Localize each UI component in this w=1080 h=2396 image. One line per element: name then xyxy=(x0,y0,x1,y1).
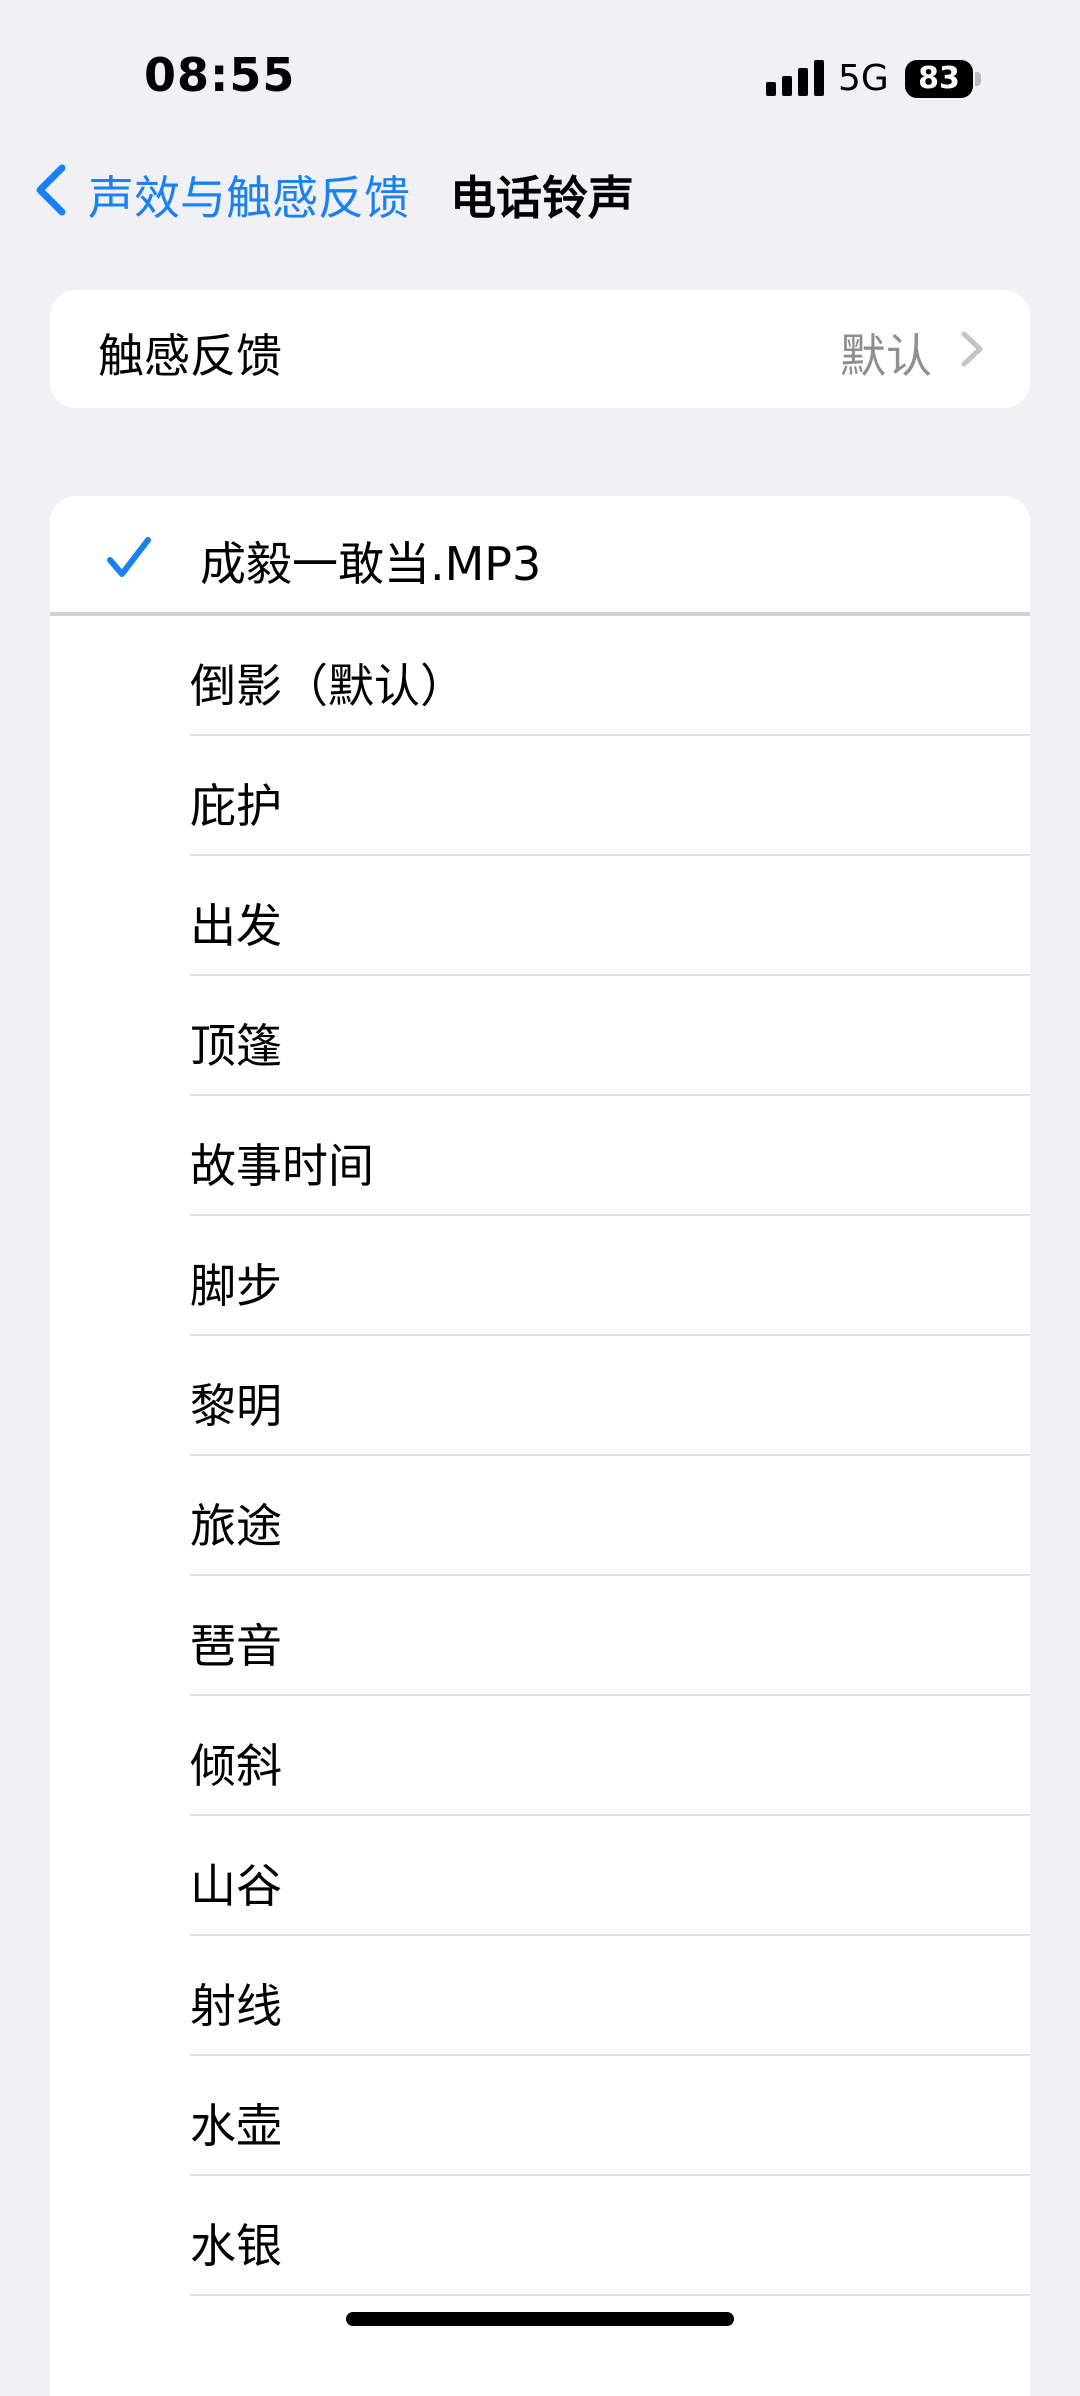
ringtone-row[interactable]: 黎明 xyxy=(50,1336,1030,1456)
haptics-row[interactable]: 触感反馈 默认 xyxy=(50,290,1030,408)
ringtone-row[interactable]: 琶音 xyxy=(50,1576,1030,1696)
ringtone-row[interactable]: 水银 xyxy=(50,2176,1030,2296)
ringtone-row[interactable]: 出发 xyxy=(50,856,1030,976)
ringtone-label: 琶音 xyxy=(190,1619,282,1673)
haptics-value: 默认 xyxy=(840,329,932,383)
chevron-left-icon[interactable] xyxy=(32,164,80,216)
ringtone-row[interactable]: 故事时间 xyxy=(50,1096,1030,1216)
ringtone-row[interactable]: 倾斜 xyxy=(50,1696,1030,1816)
ringtone-label: 射线 xyxy=(190,1979,282,2033)
status-time: 08:55 xyxy=(144,48,296,102)
ringtone-row[interactable]: 倒影（默认） xyxy=(50,616,1030,736)
ringtone-list: 成毅一敢当.MP3 倒影（默认） 庇护 出发 顶篷 故事时间 脚步 黎明 旅途 … xyxy=(50,496,1030,2396)
ringtone-label: 水壶 xyxy=(190,2099,282,2153)
navigation-bar: 声效与触感反馈 电话铃声 xyxy=(0,150,1080,230)
checkmark-icon xyxy=(107,537,151,577)
home-indicator[interactable] xyxy=(346,2312,734,2326)
ringtone-label: 倒影（默认） xyxy=(190,659,466,713)
battery-icon: 83 xyxy=(905,60,973,98)
ringtone-label: 庇护 xyxy=(190,779,282,833)
page-title: 电话铃声 xyxy=(450,171,634,225)
selected-ringtone-row[interactable]: 成毅一敢当.MP3 xyxy=(50,496,1030,616)
cellular-signal-icon xyxy=(766,58,824,96)
row-divider xyxy=(190,2294,1030,2296)
ringtone-label: 黎明 xyxy=(190,1379,282,1433)
network-type: 5G xyxy=(838,58,889,99)
ringtone-label: 故事时间 xyxy=(190,1139,374,1193)
ringtone-row[interactable]: 旅途 xyxy=(50,1456,1030,1576)
selected-ringtone-label: 成毅一敢当.MP3 xyxy=(200,537,542,591)
ringtone-row[interactable]: 庇护 xyxy=(50,736,1030,856)
ringtone-label: 旅途 xyxy=(190,1499,282,1553)
status-bar: 08:55 5G 83 xyxy=(0,0,1080,160)
ringtone-row[interactable]: 脚步 xyxy=(50,1216,1030,1336)
ringtone-row[interactable]: 顶篷 xyxy=(50,976,1030,1096)
back-button[interactable]: 声效与触感反馈 xyxy=(88,162,410,228)
ringtone-label: 倾斜 xyxy=(190,1739,282,1793)
ringtone-label: 水银 xyxy=(190,2219,282,2273)
chevron-right-icon xyxy=(961,331,983,367)
ringtone-label: 脚步 xyxy=(190,1259,282,1313)
ringtone-label: 顶篷 xyxy=(190,1019,282,1073)
ringtone-row[interactable]: 山谷 xyxy=(50,1816,1030,1936)
battery-cap xyxy=(975,72,981,86)
haptics-label: 触感反馈 xyxy=(98,329,282,383)
ringtone-label: 山谷 xyxy=(190,1859,282,1913)
ringtone-label: 出发 xyxy=(190,899,282,953)
ringtone-row[interactable]: 射线 xyxy=(50,1936,1030,2056)
ringtone-row[interactable]: 水壶 xyxy=(50,2056,1030,2176)
